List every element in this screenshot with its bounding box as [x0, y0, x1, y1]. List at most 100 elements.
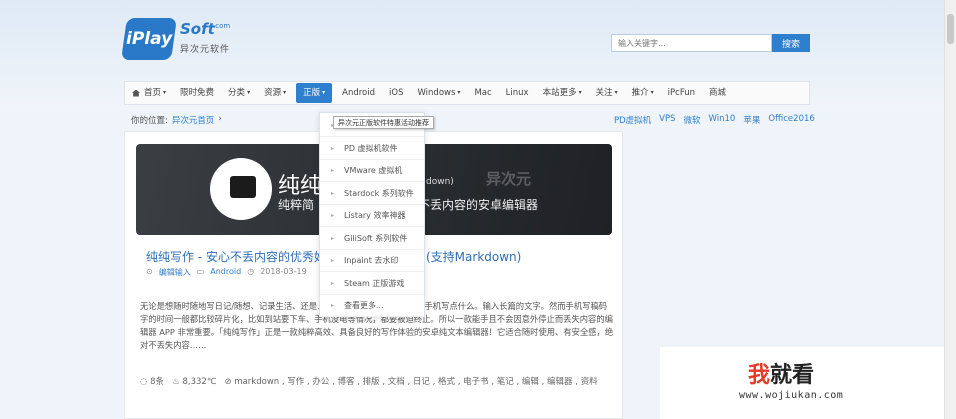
clock-icon: ◷	[247, 267, 255, 276]
nav-label: Windows	[417, 88, 456, 98]
tag-separator: ,	[379, 377, 388, 387]
nav-item-4[interactable]: 正版 ▾	[296, 83, 333, 103]
nav-item-0[interactable]: 首页 ▾	[125, 82, 173, 104]
nav-label: 本站更多	[542, 88, 577, 98]
tag-separator: ,	[538, 377, 548, 387]
nav-label: 首页	[144, 88, 162, 98]
logo-badge: iPlay	[121, 18, 177, 60]
comment-icon: ◌	[140, 377, 148, 387]
comment-count[interactable]: 8条	[150, 377, 164, 387]
quick-link[interactable]: 苹果	[743, 114, 760, 126]
nav-label: 关注	[595, 88, 613, 98]
chevron-right-icon: ▸	[331, 212, 335, 219]
nav-label: 推介	[631, 88, 649, 98]
dropdown-item-label: Inpaint 去水印	[344, 256, 399, 265]
nav-item-14[interactable]: 商城	[702, 82, 733, 104]
article-footer: ◌ 8条 ♨ 8,332℃ ⊘ markdown , 写作 , 办公 , 博客 …	[140, 375, 614, 389]
quick-links: PD虚拟机 VPS 微软 Win10 苹果 Office2016	[614, 114, 815, 126]
nav-label: 资源	[264, 88, 282, 98]
tag-icon: ⊘	[224, 377, 232, 387]
nav-item-3[interactable]: 资源 ▾	[257, 82, 293, 104]
app-icon	[210, 158, 272, 220]
nav-label: Mac	[474, 88, 492, 98]
nav-item-8[interactable]: Mac	[467, 82, 498, 104]
tag-link[interactable]: 写作	[287, 377, 304, 387]
tag-list: markdown , 写作 , 办公 , 博客 , 排版 , 文档 , 日记 ,…	[234, 377, 597, 387]
nav-item-11[interactable]: 关注 ▾	[589, 82, 625, 104]
tag-link[interactable]: 编辑	[522, 377, 539, 387]
scroll-thumb[interactable]	[947, 14, 954, 44]
dropdown-item-label: Steam 正版游戏	[344, 278, 405, 288]
nav-item-9[interactable]: Linux	[499, 82, 536, 104]
search-input[interactable]	[611, 34, 772, 52]
quick-link[interactable]: 微软	[684, 114, 701, 126]
site-logo[interactable]: iPlay Soft .com 异次元软件	[121, 18, 234, 60]
dropdown-item[interactable]: ▸ Stardock 系列软件	[320, 183, 424, 205]
tag-link[interactable]: 文档	[388, 377, 405, 387]
article-date: 2018-03-19	[260, 267, 307, 276]
quick-link[interactable]: Office2016	[768, 114, 814, 126]
dropdown-item[interactable]: ▸ Steam 正版游戏	[320, 273, 424, 295]
tag-link[interactable]: 编辑器	[547, 377, 573, 387]
tag-link[interactable]: 格式	[438, 377, 455, 387]
tag-separator: ,	[329, 377, 338, 387]
chevron-right-icon: ▸	[331, 257, 335, 264]
nav-item-13[interactable]: iPcFun	[661, 82, 702, 104]
main-nav: 首页 ▾ 限时免费 分类 ▾ 资源 ▾ 正版 ▾ Android iOS Windows ▾ Mac Lin…	[124, 81, 810, 105]
quick-link[interactable]: VPS	[659, 114, 675, 126]
breadcrumb: 你的位置: 异次元首页 ›	[131, 114, 222, 126]
nav-label: 限时免费	[180, 88, 215, 98]
article-title-link[interactable]: 纯纯写作 - 安心不丢内容的优秀好用	[146, 248, 338, 265]
scrollbar[interactable]	[944, 0, 956, 419]
tag-link[interactable]: 笔记	[497, 377, 514, 387]
watermark-url: www.wojiukan.com	[739, 390, 844, 401]
platform-icon: ▭	[196, 267, 205, 276]
tag-link[interactable]: 电子书	[463, 377, 489, 387]
dropdown-item[interactable]: ▸ PD 虚拟机软件	[320, 138, 424, 160]
chevron-down-icon: ▾	[247, 89, 251, 96]
article-author[interactable]: 编辑输入	[159, 267, 191, 278]
tablet-icon	[230, 176, 256, 198]
dropdown-item-label: PD 虚拟机软件	[344, 143, 398, 153]
tag-link[interactable]: 办公	[312, 377, 329, 387]
tooltip: 异次元正版软件特惠活动推荐	[333, 116, 434, 129]
tag-link[interactable]: 资料	[581, 377, 598, 387]
search-button[interactable]: 搜索	[772, 34, 810, 52]
nav-label: Android	[342, 88, 376, 98]
article-platform[interactable]: Android	[210, 267, 241, 278]
nav-item-6[interactable]: iOS	[382, 82, 410, 104]
dropdown-item-label: VMware 虚拟机	[344, 166, 403, 175]
breadcrumb-label: 你的位置:	[131, 116, 168, 126]
dropdown-item[interactable]: ▸ Inpaint 去水印	[320, 250, 424, 272]
chevron-down-icon: ▾	[457, 89, 461, 96]
dropdown-item[interactable]: ▸ GiliSoft 系列软件	[320, 228, 424, 250]
tag-link[interactable]: markdown	[234, 377, 279, 387]
nav-item-12[interactable]: 推介 ▾	[625, 82, 661, 104]
dropdown-item-label: 查看更多...	[344, 301, 384, 310]
article-meta: ⊙ 编辑输入 ▭ Android ◷ 2018-03-19	[146, 267, 307, 278]
quick-link[interactable]: PD虚拟机	[614, 114, 651, 126]
nav-item-7[interactable]: Windows ▾	[410, 82, 467, 104]
nav-label: 商城	[709, 88, 727, 98]
zhengban-dropdown-menu: ▸Office 特价软件▸PD 虚拟机软件▸VMware 虚拟机▸Stardoc…	[319, 112, 425, 317]
nav-item-2[interactable]: 分类 ▾	[221, 82, 257, 104]
nav-label: 正版	[303, 88, 321, 98]
tag-link[interactable]: 日记	[413, 377, 430, 387]
nav-item-5[interactable]: Android	[335, 82, 382, 104]
tag-link[interactable]: 博客	[338, 377, 355, 387]
dropdown-item[interactable]: ▸ 查看更多...	[320, 295, 424, 317]
breadcrumb-home-link[interactable]: 异次元首页	[172, 114, 215, 126]
dropdown-item[interactable]: ▸ Listary 效率神器	[320, 205, 424, 227]
article-title-tail[interactable]: (支持Markdown)	[426, 248, 521, 265]
dropdown-item-label: Stardock 系列软件	[344, 188, 414, 198]
search-bar: 搜索	[611, 34, 810, 52]
dropdown-item[interactable]: ▸ VMware 虚拟机	[320, 160, 424, 182]
banner-watermark: 异次元	[486, 170, 532, 188]
tag-link[interactable]: 排版	[363, 377, 380, 387]
chevron-right-icon: ▸	[331, 189, 335, 197]
chevron-down-icon: ▾	[614, 89, 618, 96]
nav-item-10[interactable]: 本站更多 ▾	[536, 82, 589, 104]
nav-item-1[interactable]: 限时免费	[173, 82, 221, 104]
chevron-down-icon: ▾	[322, 89, 326, 96]
quick-link[interactable]: Win10	[709, 114, 736, 126]
